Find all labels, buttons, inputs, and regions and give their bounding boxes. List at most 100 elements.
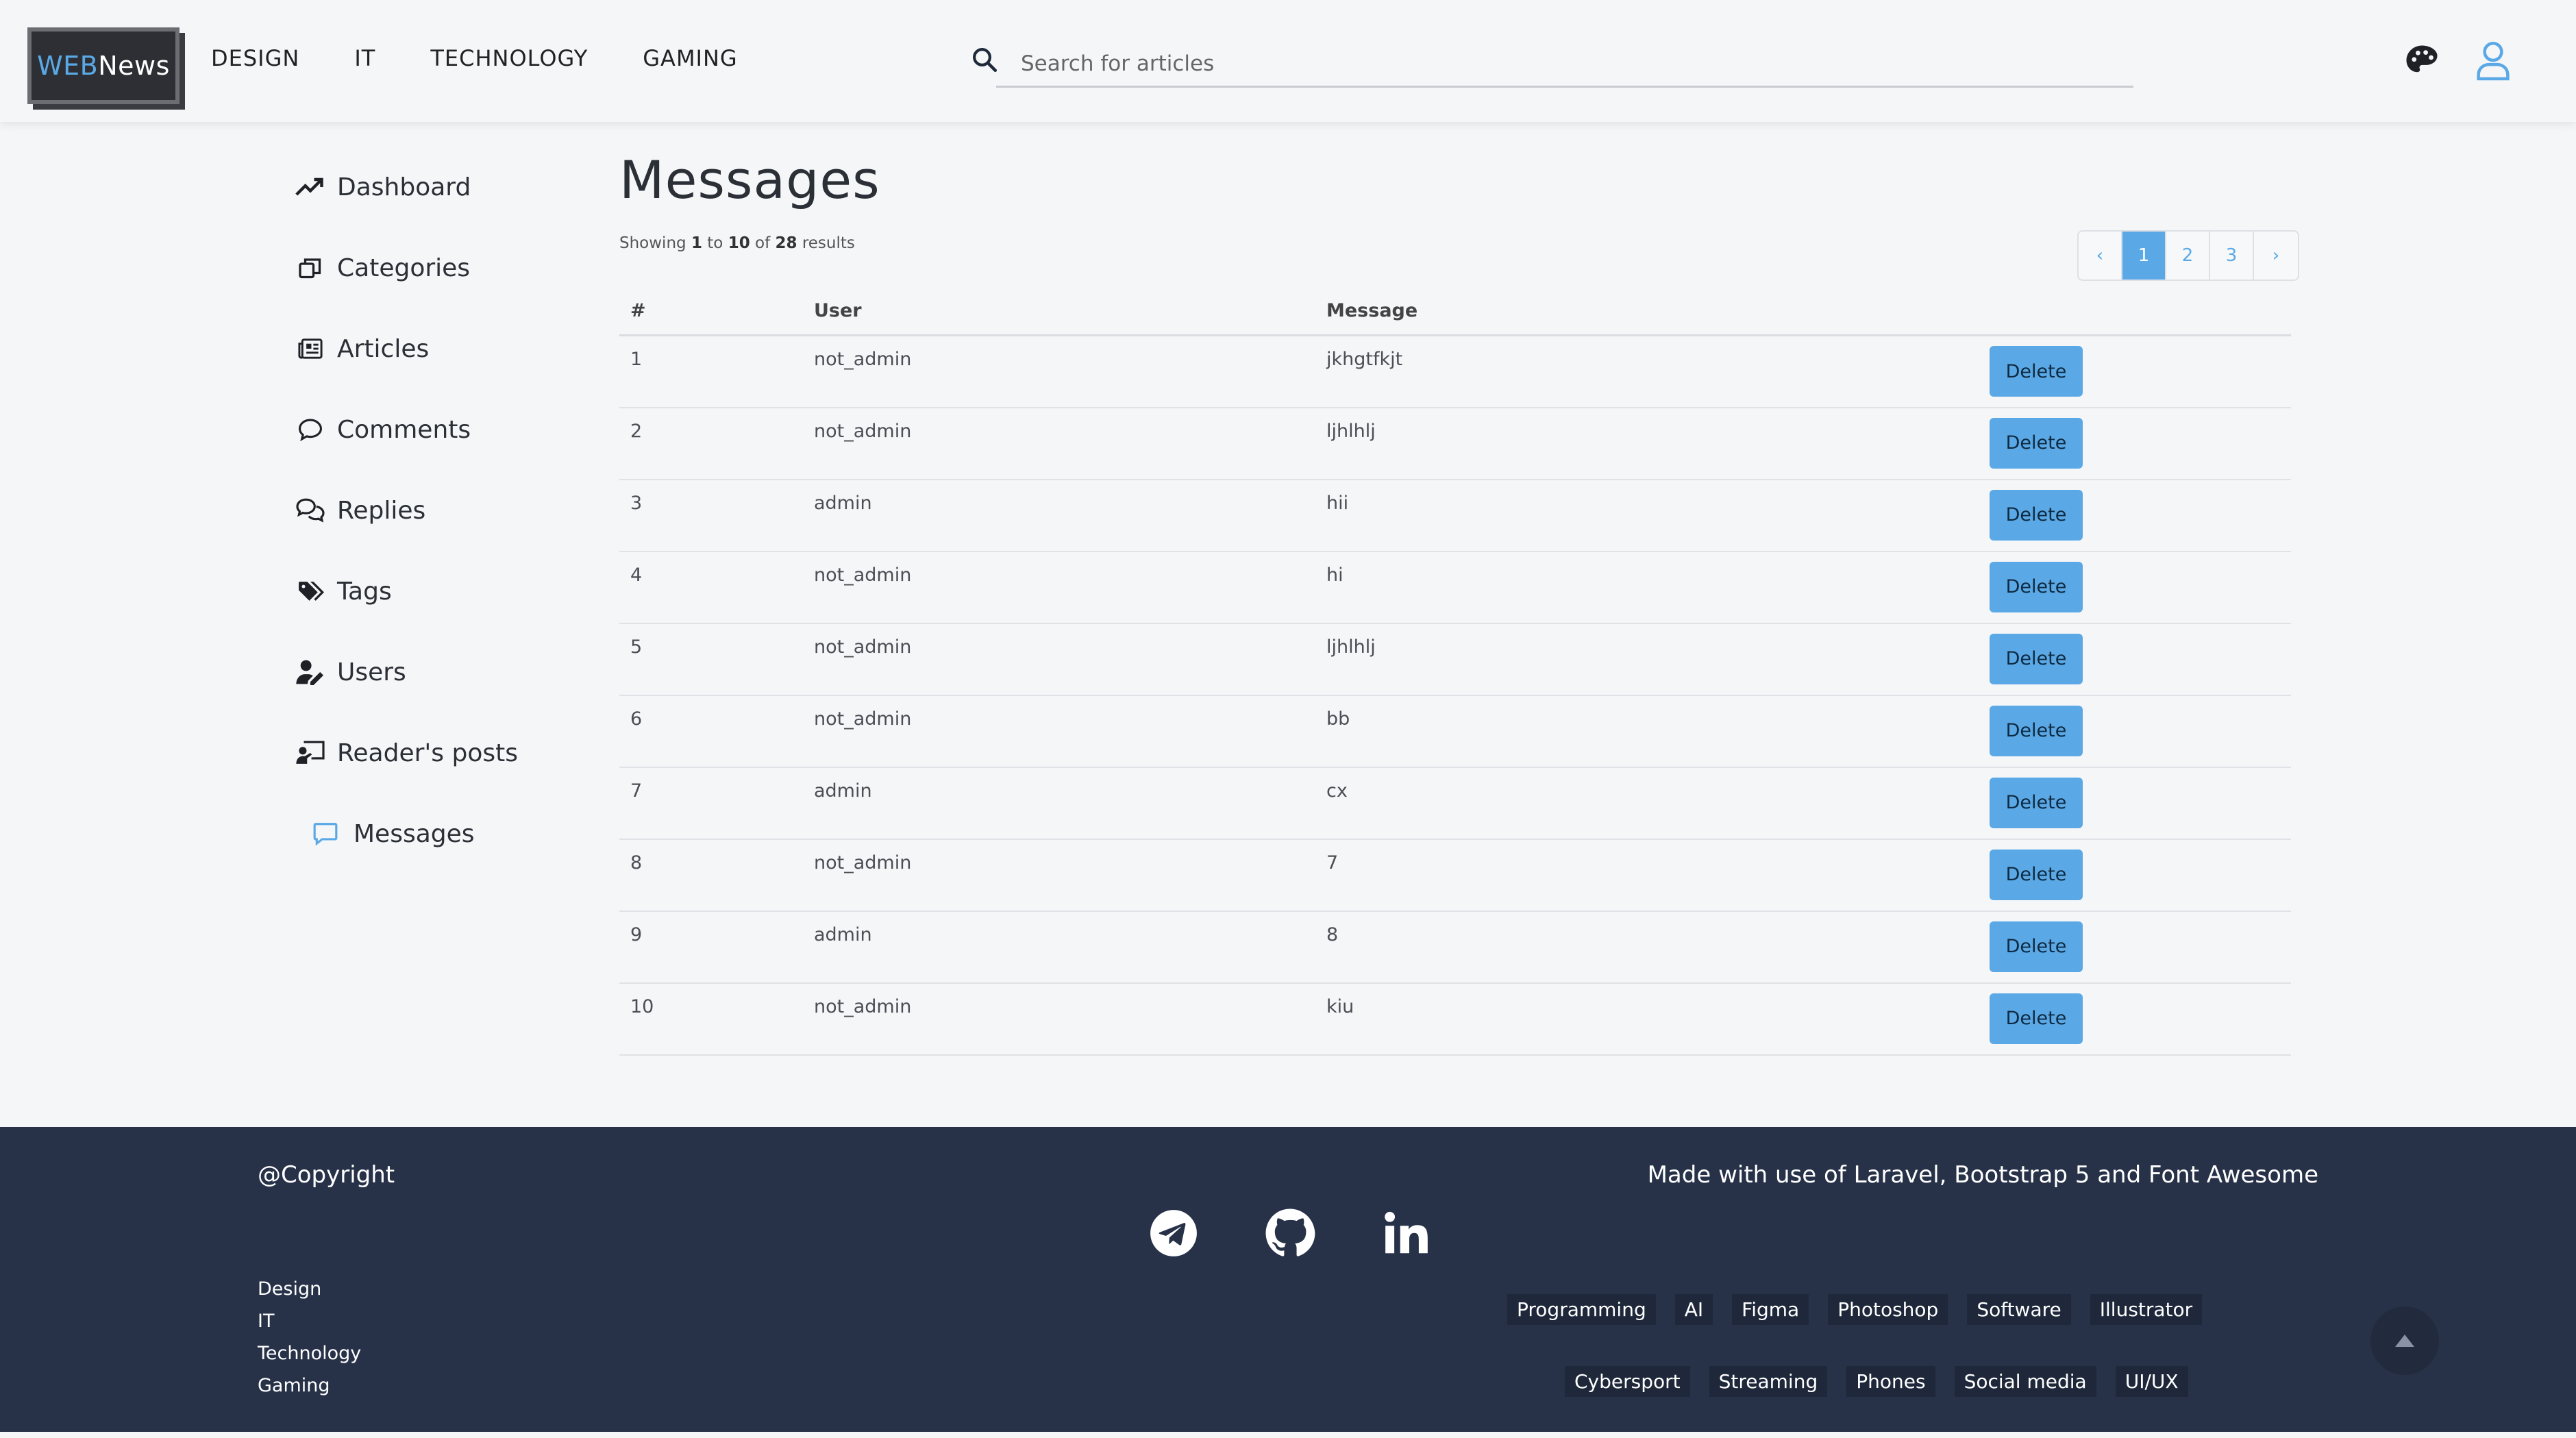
sidebar-item-comments[interactable]: Comments [295, 389, 582, 470]
tag-cybersport[interactable]: Cybersport [1565, 1366, 1690, 1397]
cell-actions: Delete [1979, 982, 2291, 1056]
sidebar-item-articles[interactable]: Articles [295, 308, 582, 389]
cell-actions: Delete [1979, 335, 2291, 408]
results-from: 1 [691, 234, 702, 252]
tag-ai[interactable]: AI [1674, 1294, 1713, 1325]
tag-figma[interactable]: Figma [1732, 1294, 1809, 1325]
sidebar-item-label: Reader's posts [337, 739, 519, 767]
results-summary: Showing 1 to 10 of 28 results [619, 234, 855, 252]
pagination-page-3[interactable]: 3 [2210, 232, 2254, 280]
column-header-message: Message [1315, 286, 1979, 336]
sidebar-item-messages[interactable]: Messages [295, 793, 582, 874]
cell-id: 10 [619, 982, 803, 1056]
pagination: ‹ 1 2 3 › [2077, 230, 2299, 281]
sidebar-item-users[interactable]: Users [295, 632, 582, 712]
pagination-prev[interactable]: ‹ [2079, 232, 2122, 280]
linkedin-icon[interactable] [1381, 1208, 1432, 1259]
sidebar-item-label: Messages [354, 819, 475, 848]
sidebar-item-label: Articles [337, 334, 430, 363]
cell-actions: Delete [1979, 839, 2291, 912]
footer-link-design[interactable]: Design [258, 1273, 361, 1305]
footer-copyright: @Copyright [258, 1161, 395, 1189]
cell-message: cx [1315, 767, 1979, 840]
delete-button[interactable]: Delete [1990, 777, 2083, 828]
results-total: 28 [775, 234, 797, 252]
tag-illustrator[interactable]: Illustrator [2090, 1294, 2203, 1325]
column-header-user: User [803, 286, 1315, 336]
pagination-page-1[interactable]: 1 [2122, 232, 2166, 280]
delete-button[interactable]: Delete [1990, 993, 2083, 1044]
user-icon[interactable] [2475, 40, 2512, 81]
delete-button[interactable]: Delete [1990, 346, 2083, 397]
sidebar-item-readers-posts[interactable]: Reader's posts [295, 712, 582, 793]
delete-button[interactable]: Delete [1990, 705, 2083, 756]
tag-software[interactable]: Software [1967, 1294, 2071, 1325]
comments-icon [295, 497, 326, 524]
sidebar-item-dashboard[interactable]: Dashboard [295, 147, 582, 227]
results-prefix: Showing [619, 234, 686, 252]
nav-item-technology[interactable]: TECHNOLOGY [430, 45, 588, 71]
delete-button[interactable]: Delete [1990, 921, 2083, 972]
cell-id: 6 [619, 695, 803, 768]
footer-link-gaming[interactable]: Gaming [258, 1369, 361, 1402]
results-of-word: of [755, 234, 771, 252]
sidebar-item-tags[interactable]: Tags [295, 551, 582, 632]
window-restore-icon [295, 254, 326, 282]
cell-user: not_admin [803, 335, 1315, 408]
footer-link-it[interactable]: IT [258, 1305, 361, 1337]
tag-photoshop[interactable]: Photoshop [1828, 1294, 1948, 1325]
cell-actions: Delete [1979, 910, 2291, 984]
nav-item-it[interactable]: IT [354, 45, 375, 71]
tag-social-media[interactable]: Social media [1954, 1366, 2096, 1397]
delete-button[interactable]: Delete [1990, 849, 2083, 900]
tag-phones[interactable]: Phones [1846, 1366, 1935, 1397]
sidebar-item-categories[interactable]: Categories [295, 227, 582, 308]
cell-message: 8 [1315, 910, 1979, 984]
delete-button[interactable]: Delete [1990, 489, 2083, 541]
tag-programming[interactable]: Programming [1507, 1294, 1656, 1325]
nav-item-gaming[interactable]: GAMING [643, 45, 737, 71]
cell-user: not_admin [803, 695, 1315, 768]
cell-message: ljhlhlj [1315, 407, 1979, 480]
delete-button[interactable]: Delete [1990, 417, 2083, 469]
telegram-icon[interactable] [1148, 1208, 1199, 1259]
pagination-page-2[interactable]: 2 [2166, 232, 2210, 280]
search-input[interactable] [996, 41, 2133, 88]
pagination-next[interactable]: › [2254, 232, 2298, 280]
chalkboard-user-icon [295, 739, 326, 767]
top-navbar: WEB News DESIGN IT TECHNOLOGY GAMING [0, 0, 2576, 122]
cell-id: 1 [619, 335, 803, 408]
delete-button[interactable]: Delete [1990, 633, 2083, 684]
palette-icon[interactable] [2403, 42, 2440, 79]
scroll-to-top-button[interactable] [2370, 1306, 2439, 1375]
sidebar-item-replies[interactable]: Replies [295, 470, 582, 551]
tag-streaming[interactable]: Streaming [1709, 1366, 1828, 1397]
github-icon[interactable] [1265, 1208, 1315, 1259]
footer-link-technology[interactable]: Technology [258, 1337, 361, 1369]
cell-message: ljhlhlj [1315, 623, 1979, 696]
tags-icon [295, 578, 326, 605]
cell-user: admin [803, 910, 1315, 984]
cell-message: bb [1315, 695, 1979, 768]
comment-icon [295, 416, 326, 443]
logo-web-text: WEB [37, 51, 99, 81]
sidebar-item-label: Categories [337, 253, 471, 282]
table-row: 10 not_admin kiu Delete [619, 982, 2291, 1056]
results-to: 10 [728, 234, 750, 252]
site-logo[interactable]: WEB News [27, 27, 179, 104]
cell-message: kiu [1315, 982, 1979, 1056]
search-icon[interactable] [970, 45, 999, 74]
cell-actions: Delete [1979, 551, 2291, 624]
nav-item-design[interactable]: DESIGN [211, 45, 299, 71]
tag-ui-ux[interactable]: UI/UX [2115, 1366, 2188, 1397]
sidebar-item-label: Replies [337, 496, 426, 525]
page-title: Messages [619, 149, 880, 210]
search-bar [970, 41, 2135, 92]
caret-up-icon [2395, 1335, 2414, 1347]
cell-id: 2 [619, 407, 803, 480]
delete-button[interactable]: Delete [1990, 561, 2083, 612]
sidebar-item-label: Comments [337, 415, 471, 444]
table-row: 5 not_admin ljhlhlj Delete [619, 623, 2291, 696]
table-row: 2 not_admin ljhlhlj Delete [619, 407, 2291, 480]
tag-row-2: Cybersport Streaming Phones Social media… [1565, 1366, 2329, 1397]
